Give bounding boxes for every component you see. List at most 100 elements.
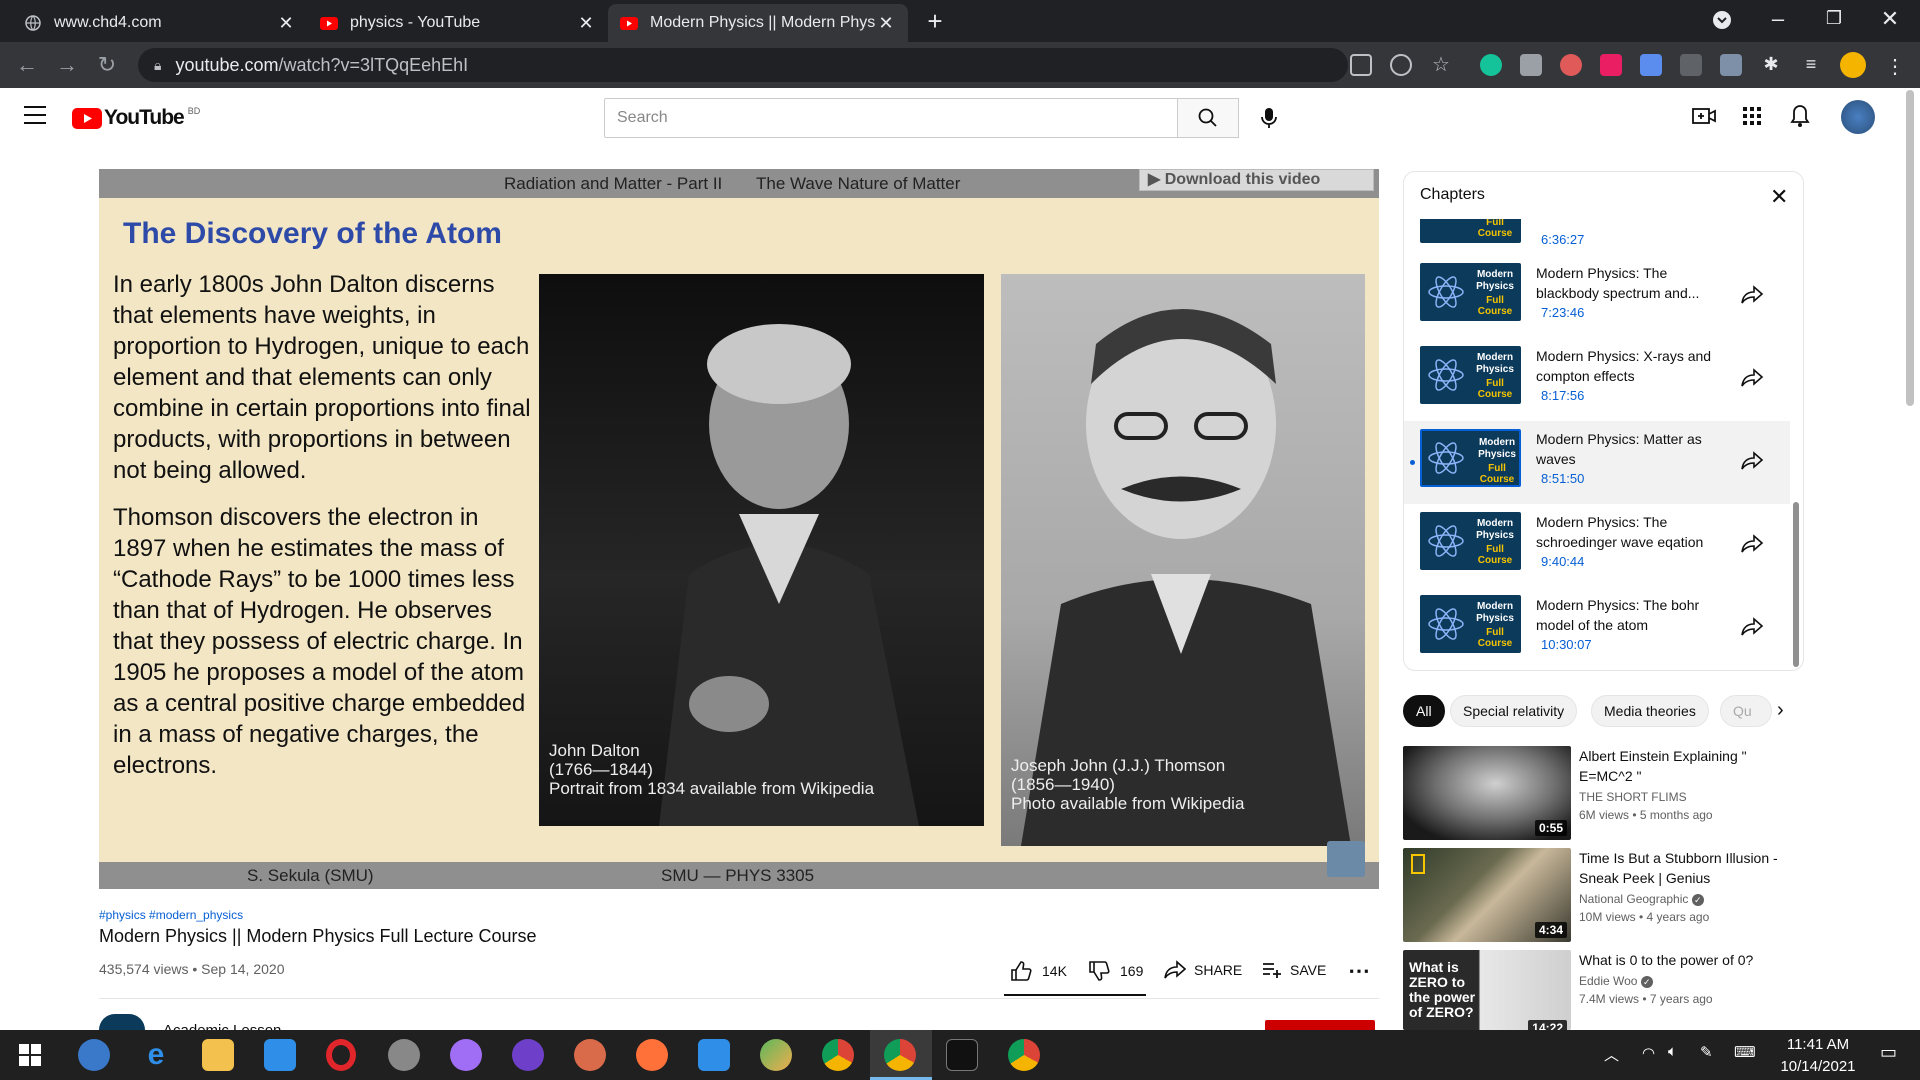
download-video-button[interactable]: ▶ Download this video [1139, 169, 1374, 191]
share-arrow-icon[interactable] [1740, 366, 1764, 390]
chevron-up-icon[interactable]: ︿ [1604, 1044, 1619, 1065]
profile-avatar-icon[interactable] [1840, 52, 1866, 78]
media-controls-icon[interactable]: ≡ [1800, 54, 1822, 76]
chip-all[interactable]: All [1403, 695, 1445, 727]
app-icon[interactable] [574, 1039, 606, 1071]
messenger-icon[interactable] [450, 1039, 482, 1071]
terminal-icon[interactable] [946, 1039, 978, 1071]
search-button[interactable] [1177, 98, 1239, 138]
hamburger-menu-icon[interactable] [24, 106, 46, 124]
subscribe-button[interactable] [1265, 1020, 1375, 1030]
video-player[interactable]: Radiation and Matter - Part II The Wave … [99, 169, 1379, 889]
camera-extension-icon[interactable] [1520, 54, 1542, 76]
zoom-icon[interactable] [1390, 54, 1412, 76]
tab-chd4[interactable]: www.chd4.com ✕ [12, 4, 308, 42]
notification-center-icon[interactable]: ▭ [1880, 1042, 1897, 1063]
github-icon[interactable] [512, 1039, 544, 1071]
pen-extension-icon[interactable] [1720, 54, 1742, 76]
back-icon[interactable]: ← [14, 52, 40, 78]
mail-icon[interactable] [264, 1039, 296, 1071]
chrome-icon[interactable] [884, 1039, 916, 1071]
like-button[interactable]: 14K [1010, 960, 1067, 982]
tab-modern-physics[interactable]: Modern Physics || Modern Physic ✕ [608, 4, 908, 42]
share-arrow-icon[interactable] [1740, 449, 1764, 473]
channel-watermark-icon[interactable] [1327, 841, 1365, 877]
opera-icon[interactable] [326, 1039, 356, 1071]
keyboard-icon[interactable]: ⌨ [1734, 1043, 1756, 1061]
close-chapters-icon[interactable]: ✕ [1770, 184, 1788, 210]
youtube-logo[interactable]: YouTube BD [72, 106, 200, 130]
more-actions-icon[interactable]: ⋯ [1348, 958, 1370, 984]
app-icon[interactable] [760, 1039, 792, 1071]
clock-time[interactable]: 11:41 AM [1778, 1036, 1858, 1053]
close-tab-icon[interactable]: ✕ [276, 13, 296, 34]
notifications-bell-icon[interactable] [1790, 104, 1810, 133]
dislike-button[interactable]: 169 [1088, 960, 1143, 982]
chapter-item[interactable]: Modern Physics Full Course Modern Physic… [1404, 504, 1790, 587]
share-arrow-icon[interactable] [1740, 283, 1764, 307]
thumbnail-text: What is ZERO to the power of ZERO? [1409, 959, 1476, 1020]
minimize-icon[interactable]: – [1758, 6, 1798, 32]
install-icon[interactable] [1350, 54, 1372, 76]
chrome-icon[interactable] [1008, 1039, 1040, 1071]
channel-avatar[interactable] [99, 1014, 145, 1030]
recommended-video[interactable]: 0:55 Albert Einstein Explaining " E=MC^2… [1403, 746, 1823, 842]
create-video-icon[interactable] [1692, 106, 1716, 131]
account-avatar[interactable] [1841, 100, 1875, 134]
volume-icon[interactable]: 🔈︎ [1668, 1043, 1677, 1060]
app-icon[interactable] [388, 1039, 420, 1071]
chapter-item-active[interactable]: Modern Physics Full Course Modern Physic… [1404, 421, 1790, 504]
chevron-right-icon[interactable]: › [1777, 699, 1784, 722]
chapter-item[interactable]: Modern Physics Full Course Modern Physic… [1404, 587, 1790, 670]
chapters-scrollbar[interactable] [1793, 502, 1799, 667]
file-explorer-icon[interactable] [202, 1039, 234, 1071]
windows-start-icon[interactable] [14, 1039, 46, 1071]
tab-physics-youtube[interactable]: physics - YouTube ✕ [308, 4, 608, 42]
qbittorrent-icon[interactable] [78, 1039, 110, 1071]
edge-browser-icon[interactable]: e [140, 1039, 172, 1071]
share-arrow-icon[interactable] [1740, 532, 1764, 556]
page-scrollbar[interactable] [1906, 90, 1914, 406]
channel-name[interactable]: Academic Lesson [163, 1022, 281, 1030]
tab-search-icon[interactable] [1702, 6, 1742, 36]
share-arrow-icon[interactable] [1740, 615, 1764, 639]
window-close-icon[interactable]: ✕ [1870, 6, 1910, 32]
forward-icon[interactable]: → [54, 52, 80, 78]
microphone-icon[interactable] [1258, 106, 1280, 130]
new-tab-icon[interactable]: + [915, 6, 955, 37]
extension-icon[interactable] [1560, 54, 1582, 76]
chapter-item[interactable]: Modern Physics Full Course Modern Physic… [1404, 338, 1790, 421]
firefox-icon[interactable] [636, 1039, 668, 1071]
url-field[interactable]: 🔒︎ youtube.com/watch?v=3lTQqEehEhI [138, 48, 1348, 82]
vscode-icon[interactable] [698, 1039, 730, 1071]
chrome-icon[interactable] [822, 1039, 854, 1071]
extension-icon[interactable] [1680, 54, 1702, 76]
download-extension-icon[interactable] [1640, 54, 1662, 76]
hashtags[interactable]: #physics #modern_physics [99, 908, 243, 922]
grammarly-extension-icon[interactable] [1480, 54, 1502, 76]
chapter-item[interactable]: Full Course 6:36:27 [1404, 219, 1790, 252]
play-extension-icon[interactable] [1600, 54, 1622, 76]
maximize-icon[interactable]: ❐ [1814, 8, 1854, 29]
browser-menu-icon[interactable]: ⋮ [1884, 54, 1906, 78]
chip-media-theories[interactable]: Media theories [1591, 695, 1709, 727]
bookmark-star-icon[interactable]: ☆ [1430, 54, 1452, 76]
save-button[interactable]: SAVE [1262, 960, 1326, 980]
chip-partial[interactable]: Qu [1720, 695, 1772, 727]
apps-grid-icon[interactable] [1742, 106, 1762, 131]
clock-date[interactable]: 10/14/2021 [1774, 1058, 1862, 1075]
wifi-icon[interactable]: ◠ [1642, 1044, 1655, 1062]
close-tab-icon[interactable]: ✕ [876, 13, 896, 34]
pen-icon[interactable]: ✎ [1700, 1043, 1713, 1061]
chapter-item[interactable]: Modern Physics Full Course Modern Physic… [1404, 255, 1790, 338]
share-button[interactable]: SHARE [1164, 960, 1242, 980]
globe-icon [24, 14, 42, 32]
reload-icon[interactable]: ↻ [94, 52, 120, 78]
search-input[interactable]: Search [604, 98, 1178, 138]
close-tab-icon[interactable]: ✕ [576, 13, 596, 34]
youtube-logo-icon [72, 107, 102, 129]
chip-special-relativity[interactable]: Special relativity [1450, 695, 1578, 727]
recommended-video[interactable]: 4:34 Time Is But a Stubborn Illusion - S… [1403, 848, 1823, 944]
video-thumbnail: 4:34 [1403, 848, 1571, 942]
puzzle-extensions-icon[interactable]: ✱ [1760, 54, 1782, 76]
